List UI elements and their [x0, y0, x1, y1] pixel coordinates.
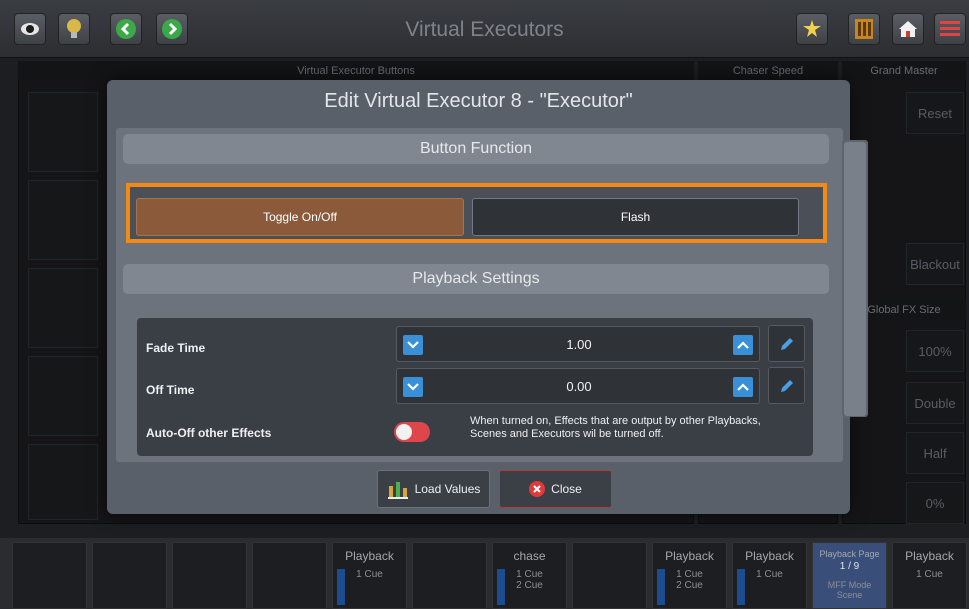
off-time-value[interactable]: 0.00 [397, 369, 761, 405]
chevron-up-icon [737, 383, 749, 391]
columns-icon[interactable] [848, 13, 880, 45]
playback-slot-empty[interactable] [172, 542, 247, 609]
playback-slot[interactable]: Playback 1 Cue [732, 542, 807, 609]
playback-slot[interactable]: Playback 1 Cue 2 Cue [652, 542, 727, 609]
button-function-header: Button Function [123, 134, 829, 164]
playback-level-bar [337, 569, 345, 605]
flash-option[interactable]: Flash [472, 198, 799, 236]
load-values-icon [387, 482, 408, 499]
fade-time-edit-button[interactable] [768, 325, 805, 362]
dialog-title: Edit Virtual Executor 8 - "Executor" [324, 90, 633, 112]
playback-page-value: 1 / 9 [839, 561, 860, 572]
fade-time-label: Fade Time [146, 341, 206, 355]
playback-level-bar [737, 569, 745, 605]
playback-slot-empty[interactable] [92, 542, 167, 609]
dialog-body: Button Function Toggle On/Off Flash Play… [116, 128, 843, 462]
load-values-button[interactable]: Load Values [377, 470, 490, 508]
playback-slot-empty[interactable] [252, 542, 327, 609]
playback-level-bar [657, 569, 665, 605]
mff-mode-value: Scene [836, 590, 863, 600]
auto-off-label: Auto-Off other Effects [146, 426, 272, 440]
toggle-on-off-option[interactable]: Toggle On/Off [136, 198, 464, 236]
playback-name: Playback [905, 549, 954, 563]
menu-icon[interactable] [934, 13, 966, 45]
playback-settings-panel: Fade Time 1.00 Off Time 0.00 Auto-Off ot… [137, 318, 813, 456]
fade-time-value[interactable]: 1.00 [397, 327, 761, 363]
playback-name: Playback [345, 549, 394, 563]
fade-time-stepper: 1.00 [396, 326, 760, 362]
off-time-edit-button[interactable] [768, 367, 805, 404]
chevron-down-icon [407, 383, 419, 391]
playback-level-bar [497, 569, 505, 605]
off-time-stepper: 0.00 [396, 368, 760, 404]
auto-off-description: When turned on, Effects that are output … [470, 415, 761, 440]
fade-time-increase-button[interactable] [733, 335, 753, 355]
edit-executor-dialog: Edit Virtual Executor 8 - "Executor" But… [107, 80, 868, 514]
playback-slot[interactable]: Playback 1 Cue [332, 542, 407, 609]
chevron-down-icon [407, 341, 419, 349]
playback-slot-empty[interactable] [572, 542, 647, 609]
close-button[interactable]: Close [499, 470, 612, 508]
playback-settings-header: Playback Settings [123, 264, 829, 294]
load-values-label: Load Values [414, 482, 481, 496]
pencil-icon [780, 337, 793, 350]
toggle-knob [396, 424, 412, 440]
playback-page-label: Playback Page [819, 549, 880, 559]
playback-name: chase [513, 549, 546, 563]
auto-off-toggle[interactable] [394, 422, 430, 442]
playback-slot-empty[interactable] [412, 542, 487, 609]
fade-time-decrease-button[interactable] [403, 335, 423, 355]
playback-page-indicator[interactable]: Playback Page 1 / 9 MFF Mode Scene [812, 542, 887, 609]
off-time-decrease-button[interactable] [403, 377, 423, 397]
scrollbar-thumb[interactable] [844, 142, 866, 416]
pencil-icon [780, 379, 793, 392]
mff-mode-label: MFF Mode [827, 580, 872, 590]
top-bar: Virtual Executors [0, 0, 969, 58]
dialog-scrollbar[interactable] [842, 140, 868, 417]
playback-slot[interactable]: chase 1 Cue 2 Cue [492, 542, 567, 609]
magic-icon[interactable] [796, 13, 828, 45]
chevron-up-icon [737, 341, 749, 349]
close-label: Close [551, 482, 582, 496]
off-time-label: Off Time [146, 383, 195, 397]
playback-name: Playback [745, 549, 794, 563]
home-icon[interactable] [892, 13, 924, 45]
playback-slot-empty[interactable] [12, 542, 87, 609]
playback-name: Playback [665, 549, 714, 563]
playback-cue: 1 Cue [916, 569, 943, 580]
playback-slot[interactable]: Playback 1 Cue [892, 542, 967, 609]
off-time-increase-button[interactable] [733, 377, 753, 397]
button-function-selector: Toggle On/Off Flash [126, 183, 827, 243]
close-icon [529, 481, 546, 497]
